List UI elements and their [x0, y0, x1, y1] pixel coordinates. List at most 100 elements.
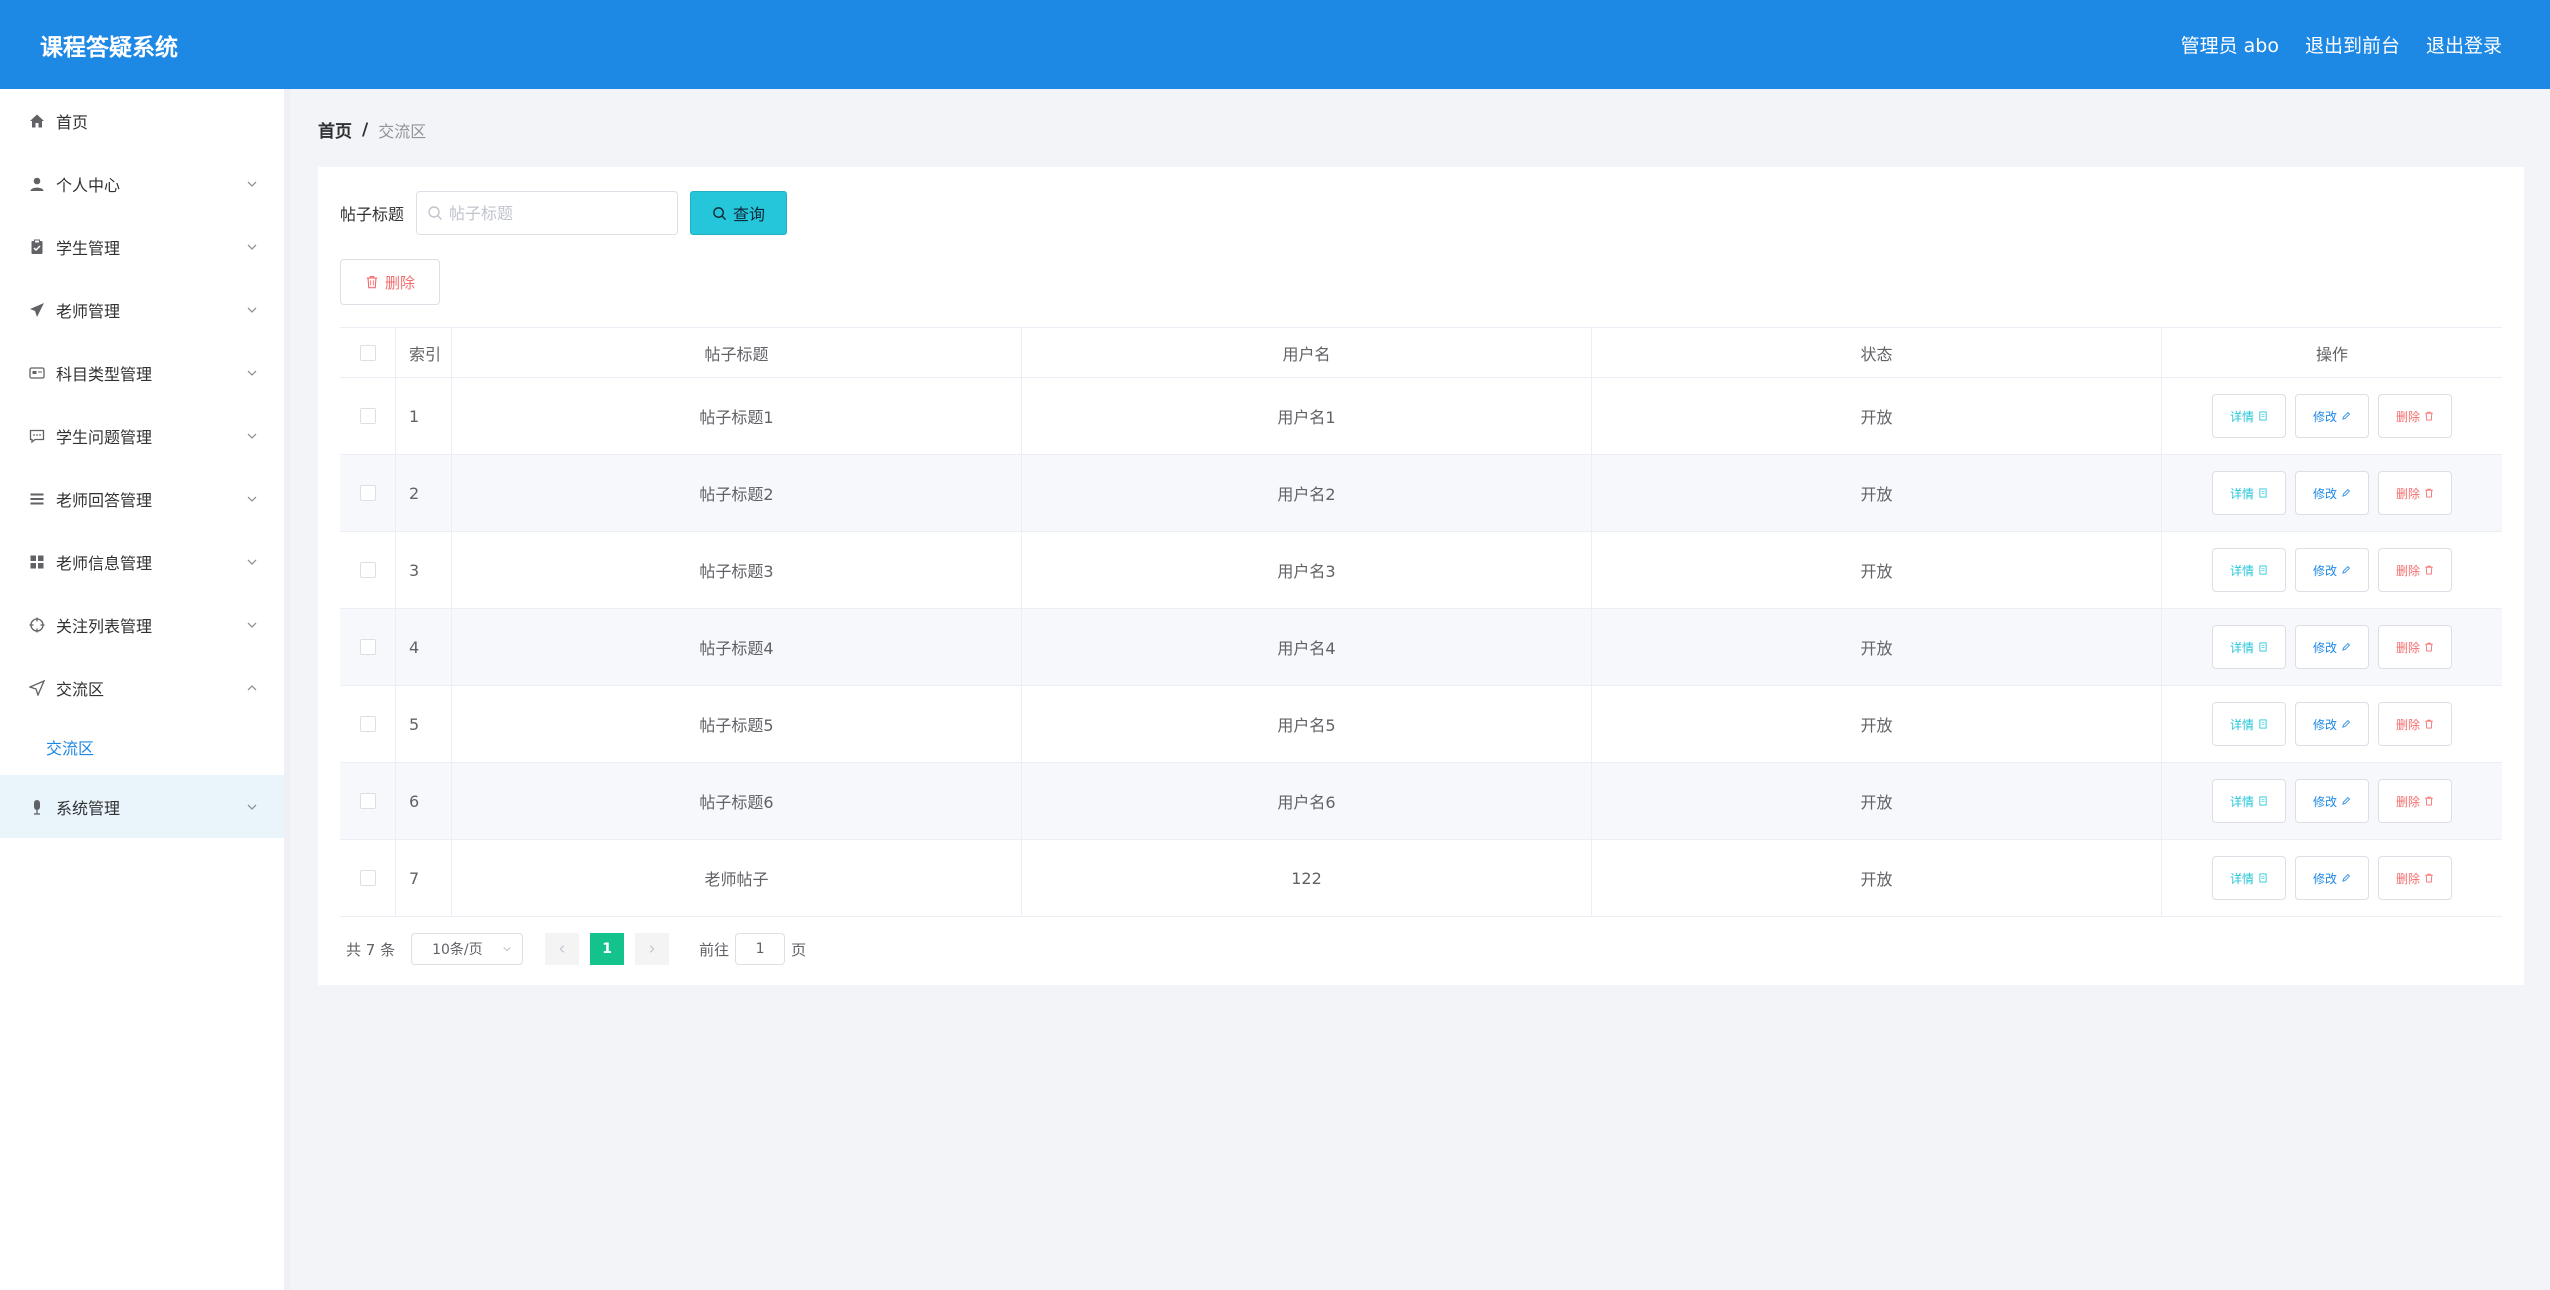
table-header-row: 索引 帖子标题 用户名 状态 操作: [340, 328, 2502, 378]
delete-button[interactable]: 删除: [2378, 625, 2452, 669]
goto-label: 前往: [699, 940, 730, 959]
table-row[interactable]: 1 帖子标题1 用户名1 开放 详情 修改 删除: [340, 378, 2502, 455]
sidebar-item-student-question-management[interactable]: 学生问题管理: [0, 404, 284, 467]
detail-button[interactable]: 详情: [2212, 548, 2286, 592]
edit-button[interactable]: 修改: [2295, 779, 2369, 823]
chevron-down-icon: [503, 946, 511, 952]
row-cell-username: 122: [1022, 840, 1592, 916]
next-page-button[interactable]: [635, 933, 670, 965]
sidebar-item-system-management[interactable]: 系统管理: [0, 775, 284, 838]
document-icon: [2259, 796, 2267, 806]
row-cell-status: 开放: [1592, 455, 2162, 531]
page-number-button[interactable]: 1: [590, 933, 625, 965]
navigation-icon: [28, 679, 46, 697]
edit-button[interactable]: 修改: [2295, 702, 2369, 746]
row-checkbox[interactable]: [359, 716, 376, 732]
home-icon: [28, 112, 46, 130]
query-button-label: 查询: [733, 205, 766, 224]
breadcrumb-home[interactable]: 首页: [318, 117, 352, 142]
row-checkbox[interactable]: [359, 870, 376, 886]
table-row[interactable]: 7 老师帖子 122 开放 详情 修改 删除: [340, 840, 2502, 917]
row-checkbox[interactable]: [359, 408, 376, 424]
document-icon: [2259, 488, 2267, 498]
header-cell-title[interactable]: 帖子标题: [452, 328, 1022, 377]
admin-user-label[interactable]: 管理员 abo: [2181, 31, 2279, 58]
edit-button[interactable]: 修改: [2295, 856, 2369, 900]
sidebar-item-exchange-area[interactable]: 交流区: [0, 656, 284, 719]
detail-button[interactable]: 详情: [2212, 779, 2286, 823]
edit-button[interactable]: 修改: [2295, 548, 2369, 592]
sidebar-item-label: 首页: [56, 112, 89, 132]
edit-icon: [2342, 642, 2351, 651]
sidebar-item-follow-list-management[interactable]: 关注列表管理: [0, 593, 284, 656]
logout-link[interactable]: 退出登录: [2426, 31, 2502, 58]
sidebar-item-personal-center[interactable]: 个人中心: [0, 152, 284, 215]
row-cell-select: [340, 686, 396, 762]
sidebar-item-student-management[interactable]: 学生管理: [0, 215, 284, 278]
target-icon: [28, 616, 46, 634]
send-icon: [28, 301, 46, 319]
table-row[interactable]: 4 帖子标题4 用户名4 开放 详情 修改 删除: [340, 609, 2502, 686]
sidebar-item-label: 关注列表管理: [56, 616, 153, 636]
sidebar-item-teacher-info-management[interactable]: 老师信息管理: [0, 530, 284, 593]
edit-button[interactable]: 修改: [2295, 625, 2369, 669]
detail-button[interactable]: 详情: [2212, 394, 2286, 438]
header-cell-status[interactable]: 状态: [1592, 328, 2162, 377]
delete-button[interactable]: 删除: [2378, 548, 2452, 592]
edit-button[interactable]: 修改: [2295, 471, 2369, 515]
trash-icon: [2425, 873, 2433, 883]
list-icon: [28, 490, 46, 508]
chevron-down-icon: [247, 496, 257, 502]
user-icon: [28, 175, 46, 193]
row-checkbox[interactable]: [359, 485, 376, 501]
chevron-left-icon: [559, 945, 565, 953]
row-cell-index: 6: [396, 763, 452, 839]
delete-button[interactable]: 删除: [2378, 856, 2452, 900]
delete-button[interactable]: 删除: [2378, 471, 2452, 515]
prev-page-button[interactable]: [545, 933, 580, 965]
back-to-front-link[interactable]: 退出到前台: [2305, 31, 2400, 58]
delete-button[interactable]: 删除: [2378, 779, 2452, 823]
select-all-checkbox[interactable]: [359, 344, 376, 361]
delete-button[interactable]: 删除: [2378, 702, 2452, 746]
table-row[interactable]: 3 帖子标题3 用户名3 开放 详情 修改 删除: [340, 532, 2502, 609]
row-checkbox[interactable]: [359, 639, 376, 655]
sidebar-item-teacher-answer-management[interactable]: 老师回答管理: [0, 467, 284, 530]
detail-button[interactable]: 详情: [2212, 625, 2286, 669]
sidebar-item-label: 个人中心: [56, 175, 121, 195]
sidebar-item-subject-type-management[interactable]: 科目类型管理: [0, 341, 284, 404]
delete-button[interactable]: 删除: [2378, 394, 2452, 438]
row-cell-ops: 详情 修改 删除: [2162, 686, 2502, 762]
table-row[interactable]: 6 帖子标题6 用户名6 开放 详情 修改 删除: [340, 763, 2502, 840]
detail-button[interactable]: 详情: [2212, 471, 2286, 515]
page-size-select[interactable]: 10条/页: [411, 933, 524, 965]
detail-button[interactable]: 详情: [2212, 856, 2286, 900]
chevron-down-icon: [247, 622, 257, 628]
search-icon: [713, 206, 727, 220]
edit-button-label: 修改: [2312, 486, 2337, 501]
delete-button-label: 删除: [2395, 640, 2420, 655]
delete-button-label: 删除: [2395, 717, 2420, 732]
goto-page-unit: 页: [791, 940, 807, 959]
goto-page-input[interactable]: 1: [735, 933, 786, 965]
detail-button[interactable]: 详情: [2212, 702, 2286, 746]
trash-icon: [2425, 488, 2433, 498]
header-cell-ops: 操作: [2315, 344, 2348, 364]
search-input-wrapper[interactable]: [416, 191, 679, 235]
header-cell-username[interactable]: 用户名: [1022, 328, 1592, 377]
sidebar-item-home[interactable]: 首页: [0, 89, 284, 152]
header-cell-index: 索引: [396, 328, 452, 377]
table-row[interactable]: 5 帖子标题5 用户名5 开放 详情 修改 删除: [340, 686, 2502, 763]
edit-button[interactable]: 修改: [2295, 394, 2369, 438]
table-row[interactable]: 2 帖子标题2 用户名2 开放 详情 修改 删除: [340, 455, 2502, 532]
row-cell-select: [340, 532, 396, 608]
edit-button-label: 修改: [2312, 409, 2337, 424]
sidebar-subitem-exchange-area[interactable]: 交流区: [0, 719, 284, 775]
query-button[interactable]: 查询: [690, 191, 788, 235]
sidebar-item-teacher-management[interactable]: 老师管理: [0, 278, 284, 341]
search-input[interactable]: [449, 203, 660, 223]
row-checkbox[interactable]: [359, 562, 376, 578]
batch-delete-button[interactable]: 删除: [340, 259, 440, 305]
row-checkbox[interactable]: [359, 793, 376, 809]
content-panel: 帖子标题 查询 删除 索引 帖子标题 用户名 状态 操作 1帖子标题1用户名1开…: [318, 167, 2524, 985]
